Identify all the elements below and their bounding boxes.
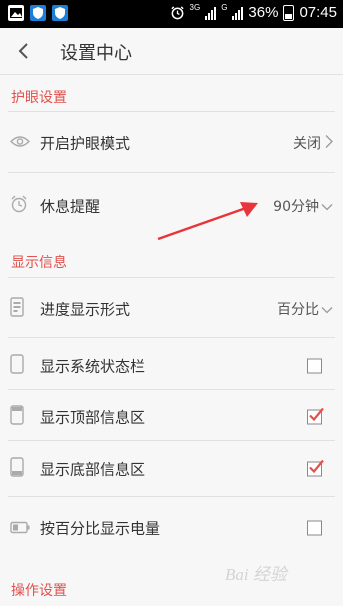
network-3g-label: 3G bbox=[189, 3, 201, 12]
row-system-status-bar[interactable]: 显示系统状态栏 bbox=[0, 338, 343, 393]
phone-icon bbox=[10, 353, 24, 378]
eye-mode-label: 开启护眼模式 bbox=[40, 134, 131, 152]
top-info-area-checkbox[interactable] bbox=[307, 407, 324, 424]
shield-app-icon-2 bbox=[52, 5, 68, 21]
progress-display-value: 百分比 bbox=[277, 301, 319, 318]
alarm-icon bbox=[170, 6, 184, 20]
section-title-operation: 操作设置 bbox=[11, 583, 67, 599]
chevron-right-icon bbox=[325, 133, 333, 152]
divider bbox=[8, 111, 335, 112]
page-title: 设置中心 bbox=[60, 43, 132, 64]
row-progress-display[interactable]: 进度显示形式 百分比 bbox=[0, 281, 343, 336]
eye-icon bbox=[10, 133, 30, 152]
back-arrow-icon bbox=[18, 43, 28, 59]
rest-reminder-value: 90分钟 bbox=[273, 198, 319, 215]
system-status-bar-checkbox[interactable] bbox=[307, 358, 322, 373]
gallery-icon bbox=[8, 5, 24, 21]
row-bottom-info-area[interactable]: 显示底部信息区 bbox=[0, 441, 343, 496]
top-info-area-label: 显示顶部信息区 bbox=[40, 408, 146, 426]
row-battery-percent[interactable]: 按百分比显示电量 bbox=[0, 500, 343, 555]
network-g-label: G bbox=[221, 3, 228, 12]
signal-icon bbox=[205, 6, 217, 20]
rest-reminder-label: 休息提醒 bbox=[40, 197, 101, 215]
battery-percent-label: 按百分比显示电量 bbox=[40, 519, 161, 537]
phone-bottom-icon bbox=[10, 456, 24, 481]
checkmark-icon bbox=[309, 459, 324, 473]
status-indicators: 3G G 36% 07:45 bbox=[170, 3, 337, 21]
clock: 07:45 bbox=[299, 4, 337, 21]
row-eye-mode[interactable]: 开启护眼模式 关闭 bbox=[0, 115, 343, 170]
back-button[interactable] bbox=[14, 40, 34, 62]
battery-percent: 36% bbox=[248, 4, 279, 21]
section-title-eye-care: 护眼设置 bbox=[11, 90, 67, 106]
battery-icon bbox=[10, 518, 30, 537]
battery-percent-checkbox[interactable] bbox=[307, 520, 322, 535]
divider bbox=[8, 496, 335, 497]
section-title-display-info: 显示信息 bbox=[11, 255, 67, 271]
progress-display-label: 进度显示形式 bbox=[40, 300, 131, 318]
shield-app-icon bbox=[30, 5, 46, 21]
bottom-info-area-label: 显示底部信息区 bbox=[40, 460, 146, 478]
signal-icon-2 bbox=[232, 6, 244, 20]
status-bar: 3G G 36% 07:45 bbox=[0, 0, 343, 28]
watermark: Bai 经验 bbox=[225, 565, 287, 584]
checkmark-icon bbox=[309, 407, 324, 421]
bottom-info-area-checkbox[interactable] bbox=[307, 459, 324, 476]
chevron-down-icon bbox=[321, 196, 333, 215]
header-bar: 设置中心 bbox=[0, 28, 343, 75]
phone-top-icon bbox=[10, 404, 24, 429]
annotation-arrow bbox=[157, 202, 258, 241]
row-top-info-area[interactable]: 显示顶部信息区 bbox=[0, 389, 343, 444]
eye-mode-value: 关闭 bbox=[293, 135, 321, 152]
chevron-down-icon bbox=[321, 299, 333, 318]
battery-status-icon bbox=[283, 4, 295, 21]
alarm-clock-icon bbox=[10, 195, 28, 217]
progress-icon bbox=[10, 296, 24, 321]
system-status-bar-label: 显示系统状态栏 bbox=[40, 357, 146, 375]
divider bbox=[8, 172, 335, 173]
divider bbox=[8, 277, 335, 278]
